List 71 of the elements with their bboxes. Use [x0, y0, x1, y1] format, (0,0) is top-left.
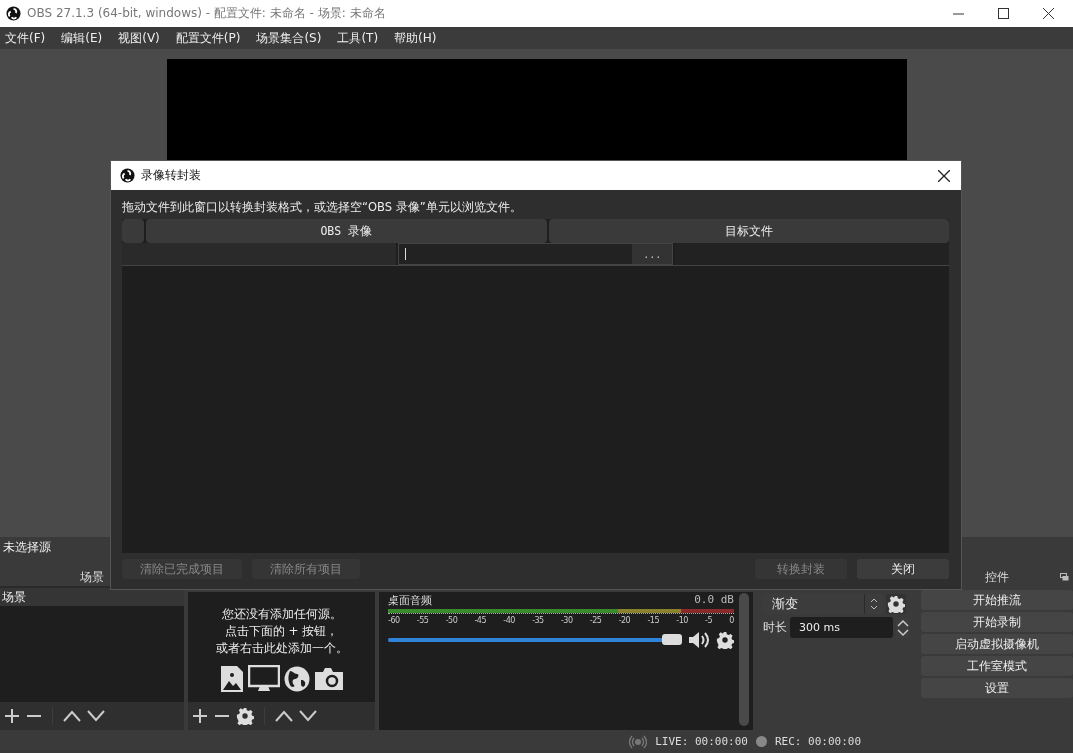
- float-dock-icon[interactable]: [1060, 573, 1069, 581]
- live-timer: LIVE: 00:00:00: [655, 735, 748, 748]
- scrollbar[interactable]: [739, 593, 749, 726]
- meter-scale-label: -35: [532, 616, 544, 625]
- record-dot-icon: [755, 736, 767, 747]
- control-button[interactable]: 设置: [921, 678, 1073, 698]
- scene-item[interactable]: 场景: [0, 588, 184, 606]
- settings-icon[interactable]: [236, 707, 254, 725]
- close-icon[interactable]: [938, 169, 950, 182]
- menu-item[interactable]: 场景集合(S): [256, 29, 322, 47]
- meter-scale-label: -45: [474, 616, 487, 625]
- menu-item[interactable]: 帮助(H): [394, 29, 437, 47]
- menu-item[interactable]: 视图(V): [118, 29, 160, 47]
- globe-icon: [283, 666, 310, 692]
- move-down-icon[interactable]: [87, 710, 105, 722]
- camera-icon: [313, 667, 344, 691]
- browse-button[interactable]: ...: [632, 244, 673, 264]
- column-header[interactable]: 目标文件: [548, 219, 949, 243]
- updown-icon: [870, 598, 878, 610]
- menu-item[interactable]: 配置文件(P): [175, 29, 241, 47]
- selected-source-label: 未选择源: [3, 538, 51, 556]
- meter-scale-label: -15: [647, 616, 660, 625]
- obs-logo-icon: [6, 6, 21, 21]
- image-icon: [219, 665, 244, 693]
- volume-reading: 0.0 dB: [694, 593, 734, 608]
- header-corner: [122, 219, 144, 243]
- meter-scale-label: -40: [503, 616, 515, 625]
- instructions-text: 拖动文件到此窗口以转换封装格式，或选择空“OBS 录像”单元以浏览文件。: [122, 200, 523, 215]
- meter-scale-label: -25: [589, 616, 602, 625]
- move-up-icon[interactable]: [63, 710, 81, 722]
- control-button[interactable]: 开始推流: [921, 590, 1073, 610]
- menu-item[interactable]: 工具(T): [337, 29, 379, 47]
- add-icon[interactable]: [192, 708, 208, 724]
- meter-scale-label: -20: [618, 616, 631, 625]
- dock-title: 控件: [985, 570, 1009, 584]
- channel-name: 桌面音频: [388, 593, 432, 608]
- meter-scale-label: 0: [729, 616, 734, 625]
- menu-item[interactable]: 编辑(E): [61, 29, 103, 47]
- increment-icon[interactable]: [896, 617, 910, 628]
- move-down-icon[interactable]: [299, 710, 317, 722]
- meter-scale-label: -10: [676, 616, 688, 625]
- meter-scale-label: -50: [445, 616, 458, 625]
- obs-logo-icon: [120, 168, 135, 183]
- control-button[interactable]: 开始录制: [921, 612, 1073, 632]
- meter-scale-label: -5: [705, 616, 713, 625]
- duration-label: 时长: [763, 619, 787, 636]
- close-icon[interactable]: [1043, 8, 1054, 19]
- dialog-title: 录像转封装: [141, 167, 201, 184]
- speaker-icon[interactable]: [688, 631, 710, 649]
- empty-sources-message: 您还没有添加任何源。: [221, 606, 342, 623]
- control-button[interactable]: 工作室模式: [921, 656, 1073, 676]
- empty-sources-message: 点击下面的 + 按钮，: [224, 623, 339, 640]
- settings-icon[interactable]: [716, 631, 734, 649]
- window-title: OBS 27.1.3 (64-bit, windows) - 配置文件: 未命名 - 场景: 未命名: [27, 5, 386, 22]
- monitor-icon: [247, 665, 280, 693]
- decrement-icon[interactable]: [896, 627, 910, 638]
- settings-icon[interactable]: [887, 595, 905, 613]
- empty-sources-message: 或者右击此处添加一个。: [215, 640, 348, 657]
- add-icon[interactable]: [4, 708, 20, 724]
- move-up-icon[interactable]: [275, 710, 293, 722]
- dialog-button[interactable]: 关闭: [857, 559, 949, 579]
- control-button[interactable]: 启动虚拟摄像机: [921, 634, 1073, 654]
- maximize-icon[interactable]: [998, 8, 1009, 19]
- meter-scale-label: -55: [416, 616, 429, 625]
- meter-scale-label: -60: [388, 616, 400, 625]
- menu-item[interactable]: 文件(F): [5, 29, 46, 47]
- rec-timer: REC: 00:00:00: [774, 735, 861, 748]
- broadcast-icon: [629, 734, 648, 749]
- column-header[interactable]: OBS 录像: [146, 219, 547, 243]
- meter-scale-label: -30: [560, 616, 573, 625]
- duration-field[interactable]: 300 ms: [790, 617, 893, 638]
